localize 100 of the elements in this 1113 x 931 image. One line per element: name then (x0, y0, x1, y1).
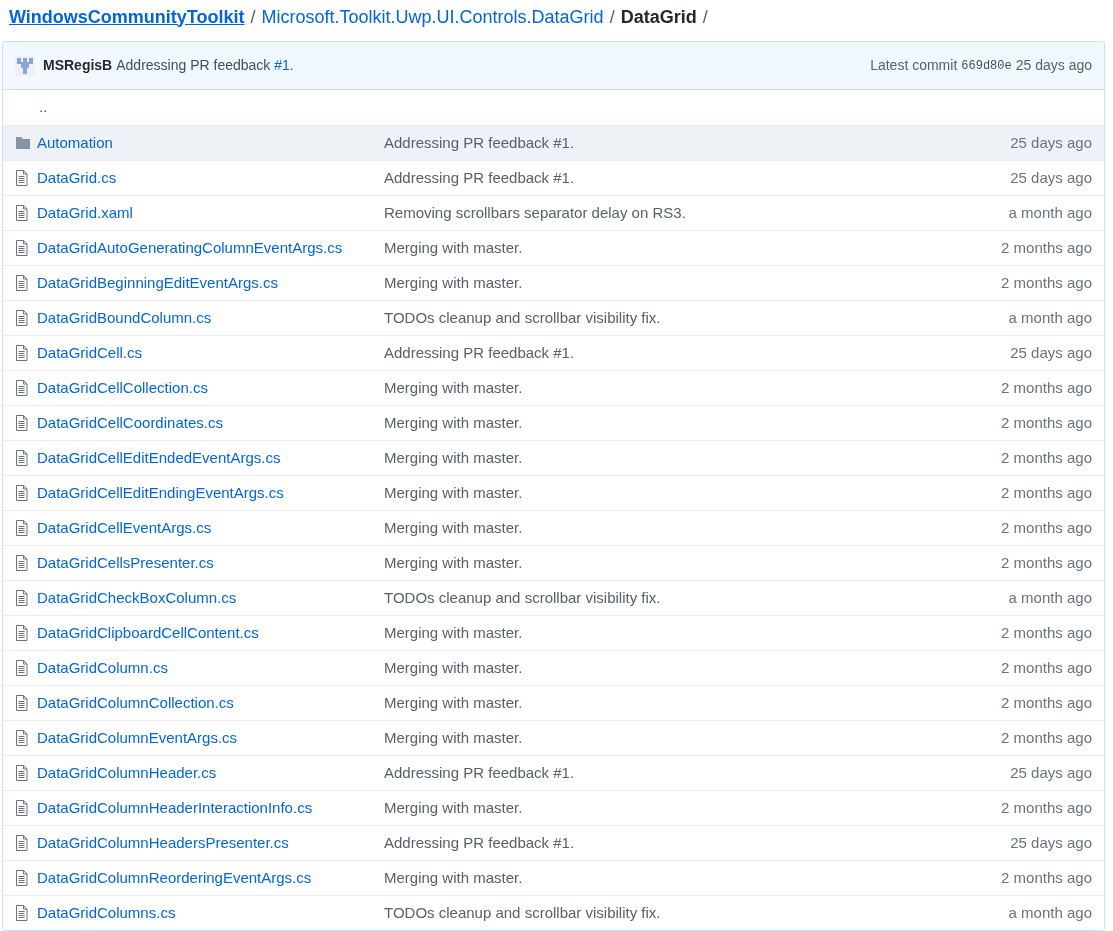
file-icon (15, 905, 28, 921)
commit-message-text: TODOs cleanup and scrollbar visibility fix. (384, 902, 661, 923)
file-row[interactable]: Automation Addressing PR feedback #1. 25 days ago (3, 125, 1104, 160)
file-name-link[interactable]: DataGridCheckBoxColumn.cs (37, 586, 384, 610)
commit-message-text: Merging with master. (384, 727, 523, 748)
commit-message-text: TODOs cleanup and scrollbar visibility fix. (384, 587, 661, 608)
file-icon (15, 555, 28, 571)
file-name-link[interactable]: DataGrid.cs (37, 166, 384, 190)
file-age: a month ago (1008, 307, 1092, 328)
file-age: a month ago (1008, 202, 1092, 223)
commit-author[interactable]: MSRegisB (43, 55, 113, 76)
file-age: 2 months ago (1001, 867, 1092, 888)
file-name-link[interactable]: DataGridCellEditEndingEventArgs.cs (37, 481, 384, 505)
file-age: 2 months ago (1001, 447, 1092, 468)
file-icon (15, 730, 28, 746)
file-name-link[interactable]: DataGridCellEditEndedEventArgs.cs (37, 446, 384, 470)
file-age: 25 days ago (1010, 342, 1092, 363)
latest-commit-label: Latest commit (870, 56, 958, 75)
file-name-link[interactable]: DataGridColumns.cs (37, 901, 384, 925)
file-icon (15, 345, 28, 361)
file-age: 2 months ago (1001, 482, 1092, 503)
file-name-link[interactable]: DataGridColumnHeadersPresenter.cs (37, 831, 384, 855)
file-icon (15, 870, 28, 886)
folder-icon (15, 136, 31, 150)
file-name-link[interactable]: DataGridCellEventArgs.cs (37, 516, 384, 540)
file-name-link[interactable]: DataGridCellCoordinates.cs (37, 411, 384, 435)
file-age: 2 months ago (1001, 727, 1092, 748)
commit-message-text: Removing scrollbars separator delay on RS3. (384, 202, 686, 223)
file-name-link[interactable]: DataGridCellCollection.cs (37, 376, 384, 400)
file-age: 25 days ago (1010, 832, 1092, 853)
commit-message-text: Merging with master. (384, 377, 523, 398)
file-name-link[interactable]: DataGridAutoGeneratingColumnEventArgs.cs (37, 236, 384, 260)
file-name-link[interactable]: DataGridCell.cs (37, 341, 384, 365)
commit-message-text: Addressing PR feedback #1. (384, 167, 575, 188)
file-age: 25 days ago (1010, 132, 1092, 153)
file-name-link[interactable]: DataGridColumnHeader.cs (37, 761, 384, 785)
commit-message-text: TODOs cleanup and scrollbar visibility fix. (384, 307, 661, 328)
issue-link[interactable]: #1 (274, 57, 290, 73)
file-age: 2 months ago (1001, 622, 1092, 643)
commit-message-text: Merging with master. (384, 517, 523, 538)
file-icon (15, 240, 28, 256)
file-icon (15, 520, 28, 536)
file-icon (15, 590, 28, 606)
file-icon (15, 660, 28, 676)
commit-message-text: Merging with master. (384, 622, 523, 643)
file-age: 2 months ago (1001, 272, 1092, 293)
parent-directory-link[interactable]: .. (39, 96, 48, 119)
file-age: 25 days ago (1010, 762, 1092, 783)
file-age: 2 months ago (1001, 517, 1092, 538)
commit-message-text: Merging with master. (384, 482, 523, 503)
file-icon (15, 170, 28, 186)
file-name-link[interactable]: DataGrid.xaml (37, 201, 384, 225)
commit-message-text: Merging with master. (384, 552, 523, 573)
file-name-link[interactable]: DataGridBeginningEditEventArgs.cs (37, 271, 384, 295)
file-icon (15, 625, 28, 641)
file-age: 25 days ago (1010, 167, 1092, 188)
commit-message-text: Addressing PR feedback #1. (384, 762, 575, 783)
path-separator: / (702, 5, 708, 29)
file-name-link[interactable]: Automation (37, 131, 384, 155)
file-name-link[interactable]: DataGridClipboardCellContent.cs (37, 621, 384, 645)
file-icon (15, 275, 28, 291)
file-icon (15, 205, 28, 221)
commit-sha[interactable]: 669d80e (961, 56, 1012, 75)
commit-message-text: Merging with master. (384, 272, 523, 293)
file-icon (15, 800, 28, 816)
file-name-link[interactable]: DataGridCellsPresenter.cs (37, 551, 384, 575)
file-name-link[interactable]: DataGridColumnReorderingEventArgs.cs (37, 866, 384, 890)
file-age: 2 months ago (1001, 692, 1092, 713)
file-age: 2 months ago (1001, 797, 1092, 818)
file-name-link[interactable]: DataGridColumnHeaderInteractionInfo.cs (37, 796, 384, 820)
commit-message-text: Addressing PR feedback #1. (384, 832, 575, 853)
commit-message-text: Merging with master. (384, 237, 523, 258)
commit-message-text: Merging with master. (384, 412, 523, 433)
file-age: 2 months ago (1001, 552, 1092, 573)
commit-message-text: Merging with master. (384, 867, 523, 888)
commit-message-text: Addressing PR feedback #1. (384, 132, 575, 153)
commit-message-text: Addressing PR feedback #1. (384, 342, 575, 363)
file-name-link[interactable]: DataGridColumn.cs (37, 656, 384, 680)
file-age: 2 months ago (1001, 237, 1092, 258)
file-name-link[interactable]: DataGridBoundColumn.cs (37, 306, 384, 330)
path-separator: / (250, 5, 256, 29)
file-name-link[interactable]: DataGridColumnEventArgs.cs (37, 726, 384, 750)
file-icon (15, 415, 28, 431)
file-icon (15, 310, 28, 326)
file-row[interactable]: DataGridColumns.cs TODOs cleanup and scrollbar visibility fix. a month ago (3, 895, 1104, 930)
repo-link[interactable]: WindowsCommunityToolkit (9, 3, 245, 31)
file-age: a month ago (1008, 902, 1092, 923)
file-icon (15, 380, 28, 396)
folder-link[interactable]: Microsoft.Toolkit.Uwp.UI.Controls.DataGrid (261, 3, 604, 31)
path-separator: / (609, 5, 615, 29)
file-age: 2 months ago (1001, 657, 1092, 678)
commit-message-text: Merging with master. (384, 692, 523, 713)
file-icon (15, 835, 28, 851)
commit-message-text: Merging with master. (384, 797, 523, 818)
file-name-link[interactable]: DataGridColumnCollection.cs (37, 691, 384, 715)
file-icon (15, 485, 28, 501)
file-icon (15, 450, 28, 466)
file-age: 2 months ago (1001, 377, 1092, 398)
file-icon (15, 695, 28, 711)
commit-message: Addressing PR feedback #1. (116, 56, 294, 75)
